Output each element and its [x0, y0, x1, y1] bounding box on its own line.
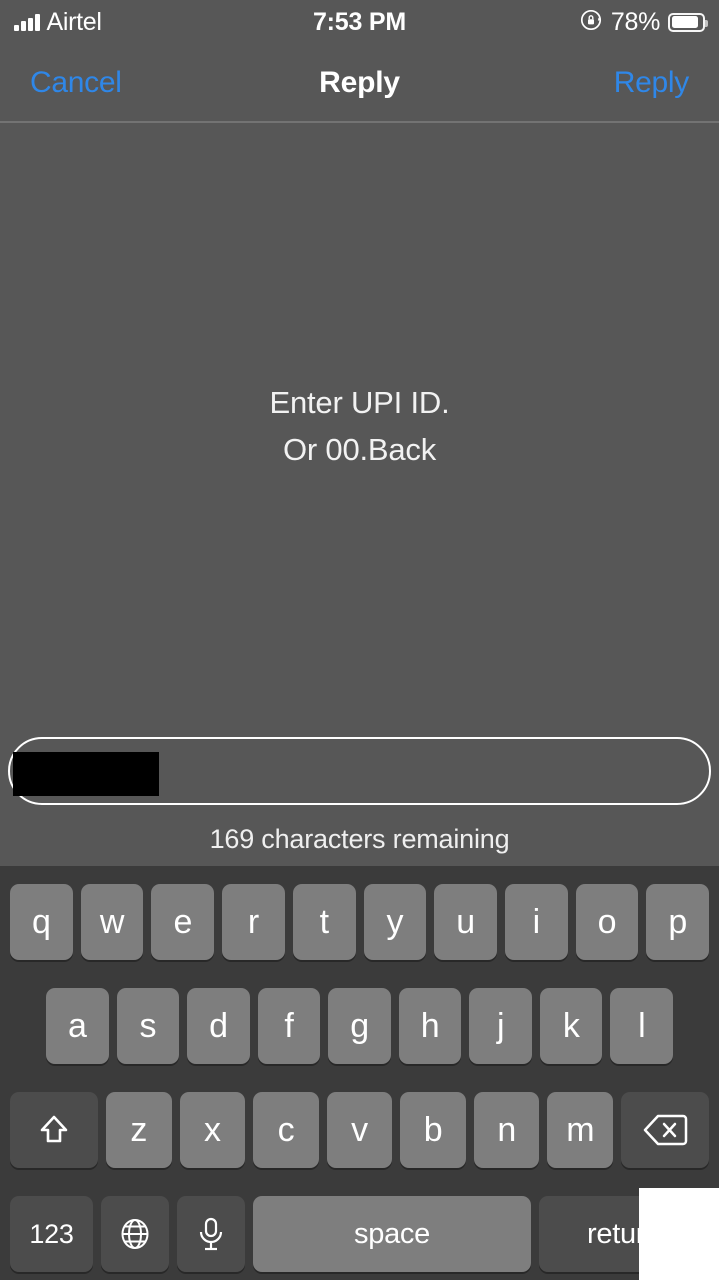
- character-count-label: 169 characters remaining: [209, 824, 510, 854]
- redaction-block: [13, 752, 159, 796]
- keyboard-row-3: z x c v b n m: [0, 1092, 719, 1168]
- key-u[interactable]: u: [434, 884, 497, 960]
- key-c[interactable]: c: [253, 1092, 319, 1168]
- key-a[interactable]: a: [45, 988, 109, 1064]
- key-r[interactable]: r: [222, 884, 285, 960]
- key-y[interactable]: y: [363, 884, 427, 960]
- phone-screen: Airtel 7:53 PM 78% Cancel Reply Reply En…: [0, 0, 719, 1280]
- key-z[interactable]: z: [105, 1092, 172, 1168]
- key-g[interactable]: g: [328, 988, 391, 1064]
- rotation-lock-icon: [579, 8, 603, 37]
- reply-send-button[interactable]: Reply: [614, 66, 690, 100]
- status-bar: Airtel 7:53 PM 78%: [0, 0, 719, 44]
- key-h[interactable]: h: [398, 988, 462, 1064]
- backspace-icon: [642, 1112, 688, 1148]
- reply-text-field[interactable]: c@ybl: [8, 737, 711, 805]
- nav-separator: [0, 121, 719, 123]
- key-v[interactable]: v: [326, 1092, 393, 1168]
- key-s[interactable]: s: [116, 988, 180, 1064]
- on-screen-keyboard: q w e r t y u i o p a s d f g h j k l z …: [0, 866, 719, 1280]
- microphone-icon: [194, 1215, 228, 1253]
- keyboard-row-1: q w e r t y u i o p: [0, 884, 719, 960]
- shift-arrow-icon: [35, 1111, 73, 1149]
- status-bar-left: Airtel: [14, 8, 102, 37]
- key-q[interactable]: q: [9, 884, 73, 960]
- key-p[interactable]: p: [646, 884, 710, 960]
- key-j[interactable]: j: [469, 988, 532, 1064]
- space-key[interactable]: space: [253, 1196, 531, 1272]
- cancel-button[interactable]: Cancel: [30, 66, 122, 100]
- key-e[interactable]: e: [151, 884, 215, 960]
- key-f[interactable]: f: [257, 988, 321, 1064]
- keyboard-row-2: a s d f g h j k l: [0, 988, 719, 1064]
- message-body: Enter UPI ID. Or 00.Back: [0, 124, 719, 728]
- key-b[interactable]: b: [400, 1092, 466, 1168]
- key-k[interactable]: k: [539, 988, 603, 1064]
- battery-icon: [668, 12, 708, 32]
- message-line-2: Or 00.Back: [282, 432, 437, 467]
- battery-percent-label: 78%: [610, 7, 660, 36]
- dictation-key[interactable]: [177, 1196, 245, 1272]
- key-w[interactable]: w: [80, 884, 144, 960]
- shift-key[interactable]: [9, 1092, 98, 1168]
- key-l[interactable]: l: [610, 988, 674, 1064]
- navigation-bar: Cancel Reply Reply: [0, 44, 719, 122]
- key-m[interactable]: m: [547, 1092, 614, 1168]
- keyboard-row-4: 123 space return: [0, 1196, 719, 1272]
- message-line-1: Enter UPI ID.: [269, 385, 450, 420]
- key-t[interactable]: t: [292, 884, 356, 960]
- carrier-label: Airtel: [46, 7, 102, 36]
- numbers-key[interactable]: 123: [10, 1196, 93, 1272]
- key-o[interactable]: o: [575, 884, 639, 960]
- key-n[interactable]: n: [473, 1092, 540, 1168]
- key-i[interactable]: i: [504, 884, 568, 960]
- key-x[interactable]: x: [179, 1092, 246, 1168]
- white-overlay-patch: [639, 1188, 719, 1280]
- globe-icon: [117, 1216, 153, 1252]
- globe-key[interactable]: [101, 1196, 169, 1272]
- key-d[interactable]: d: [187, 988, 250, 1064]
- backspace-key[interactable]: [621, 1092, 710, 1168]
- status-bar-right: 78%: [579, 7, 708, 37]
- signal-bars-icon: [14, 13, 40, 31]
